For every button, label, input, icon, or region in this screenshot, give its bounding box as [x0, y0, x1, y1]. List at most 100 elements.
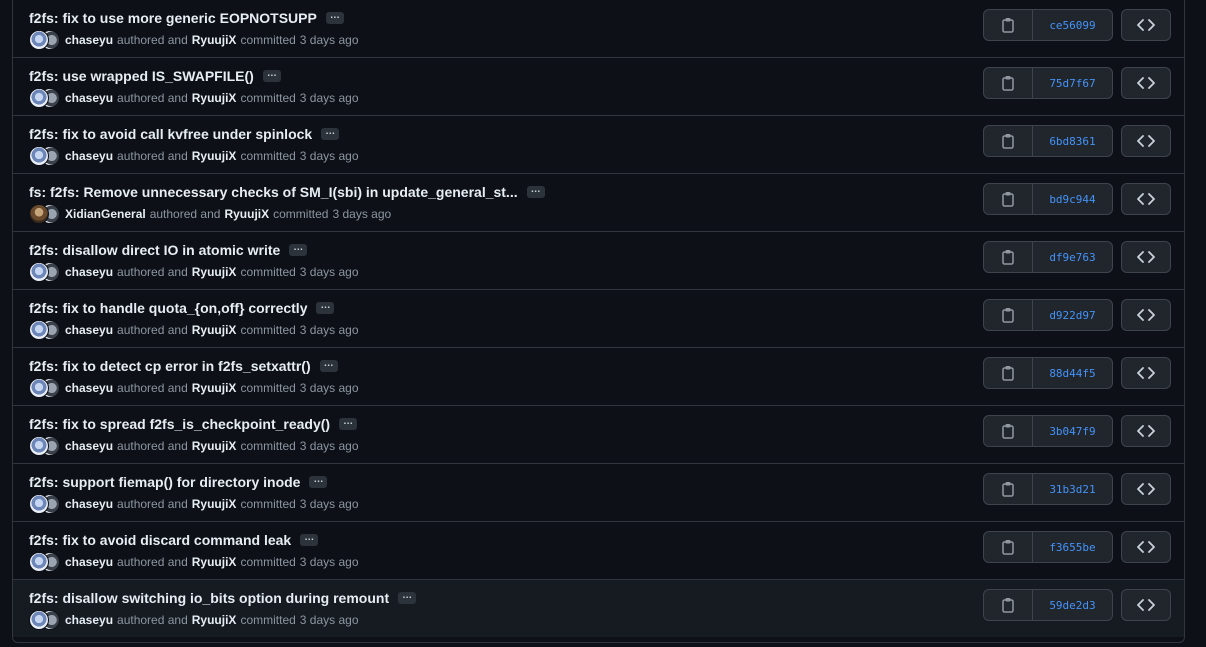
copy-sha-button[interactable] [984, 416, 1033, 446]
expand-description-button[interactable]: … [319, 359, 338, 372]
expand-description-button[interactable]: … [398, 591, 417, 604]
commit-meta: chaseyu authored and RyuujiX committed 3… [29, 552, 359, 572]
commit-sha-link[interactable]: 88d44f5 [1033, 358, 1112, 388]
commit-row: f2fs: support fiemap() for directory ino… [13, 463, 1184, 521]
committer-name[interactable]: RyuujiX [192, 613, 237, 627]
expand-description-button[interactable]: … [321, 127, 340, 140]
commit-title[interactable]: fs: f2fs: Remove unnecessary checks of S… [29, 184, 518, 200]
author-avatar[interactable] [29, 204, 49, 224]
authored-label: authored and [117, 149, 188, 163]
copy-sha-button[interactable] [984, 184, 1033, 214]
browse-repo-button[interactable] [1121, 357, 1171, 389]
commit-sha-link[interactable]: 3b047f9 [1033, 416, 1112, 446]
expand-description-button[interactable]: … [309, 475, 328, 488]
expand-description-button[interactable]: … [289, 243, 308, 256]
author-avatar[interactable] [29, 494, 49, 514]
browse-repo-button[interactable] [1121, 9, 1171, 41]
browse-repo-button[interactable] [1121, 241, 1171, 273]
expand-description-button[interactable]: … [316, 301, 335, 314]
committer-name[interactable]: RyuujiX [192, 439, 237, 453]
commit-title[interactable]: f2fs: disallow direct IO in atomic write [29, 242, 280, 258]
author-name[interactable]: chaseyu [65, 33, 113, 47]
author-avatar[interactable] [29, 436, 49, 456]
browse-repo-button[interactable] [1121, 473, 1171, 505]
copy-sha-button[interactable] [984, 358, 1033, 388]
commit-sha-link[interactable]: 6bd8361 [1033, 126, 1112, 156]
author-avatar[interactable] [29, 262, 49, 282]
commit-sha-link[interactable]: d922d97 [1033, 300, 1112, 330]
browse-repo-button[interactable] [1121, 183, 1171, 215]
copy-sha-button[interactable] [984, 590, 1033, 620]
copy-sha-button[interactable] [984, 126, 1033, 156]
author-avatar[interactable] [29, 146, 49, 166]
commit-title[interactable]: f2fs: support fiemap() for directory ino… [29, 474, 300, 490]
author-name[interactable]: chaseyu [65, 613, 113, 627]
committed-label: committed [240, 381, 296, 395]
commit-title[interactable]: f2fs: use wrapped IS_SWAPFILE() [29, 68, 254, 84]
browse-repo-button[interactable] [1121, 531, 1171, 563]
expand-description-button[interactable]: … [526, 185, 545, 198]
commit-sha-link[interactable]: f3655be [1033, 532, 1112, 562]
browse-repo-button[interactable] [1121, 125, 1171, 157]
author-name[interactable]: chaseyu [65, 149, 113, 163]
commit-meta: chaseyu authored and RyuujiX committed 3… [29, 30, 359, 50]
copy-sha-button[interactable] [984, 68, 1033, 98]
copy-sha-button[interactable] [984, 242, 1033, 272]
commit-sha-link[interactable]: 75d7f67 [1033, 68, 1112, 98]
author-name[interactable]: XidianGeneral [65, 207, 146, 221]
commit-title[interactable]: f2fs: fix to spread f2fs_is_checkpoint_r… [29, 416, 330, 432]
code-icon [1137, 19, 1155, 31]
browse-repo-button[interactable] [1121, 415, 1171, 447]
browse-repo-button[interactable] [1121, 589, 1171, 621]
commit-title[interactable]: f2fs: fix to avoid discard command leak [29, 532, 291, 548]
committer-name[interactable]: RyuujiX [192, 33, 237, 47]
code-icon [1137, 425, 1155, 437]
commit-sha-link[interactable]: 31b3d21 [1033, 474, 1112, 504]
author-avatar[interactable] [29, 378, 49, 398]
author-name[interactable]: chaseyu [65, 555, 113, 569]
commit-meta: chaseyu authored and RyuujiX committed 3… [29, 320, 359, 340]
commit-list: f2fs: fix to use more generic EOPNOTSUPP… [12, 0, 1185, 643]
committer-name[interactable]: RyuujiX [192, 149, 237, 163]
expand-description-button[interactable]: … [339, 417, 358, 430]
author-name[interactable]: chaseyu [65, 381, 113, 395]
author-avatar[interactable] [29, 30, 49, 50]
committer-name[interactable]: RyuujiX [192, 91, 237, 105]
author-name[interactable]: chaseyu [65, 497, 113, 511]
author-avatar[interactable] [29, 610, 49, 630]
copy-icon [1001, 597, 1015, 613]
author-name[interactable]: chaseyu [65, 323, 113, 337]
committer-name[interactable]: RyuujiX [192, 323, 237, 337]
author-name[interactable]: chaseyu [65, 265, 113, 279]
commit-sha-link[interactable]: 59de2d3 [1033, 590, 1112, 620]
committer-name[interactable]: RyuujiX [224, 207, 269, 221]
sha-button-group: ce56099 [983, 9, 1113, 41]
code-icon [1137, 541, 1155, 553]
copy-sha-button[interactable] [984, 300, 1033, 330]
browse-repo-button[interactable] [1121, 299, 1171, 331]
copy-sha-button[interactable] [984, 532, 1033, 562]
author-avatar[interactable] [29, 552, 49, 572]
expand-description-button[interactable]: … [262, 69, 281, 82]
expand-description-button[interactable]: … [300, 533, 319, 546]
author-name[interactable]: chaseyu [65, 91, 113, 105]
commit-title[interactable]: f2fs: fix to avoid call kvfree under spi… [29, 126, 312, 142]
commit-title[interactable]: f2fs: fix to handle quota_{on,off} corre… [29, 300, 307, 316]
commit-title[interactable]: f2fs: fix to use more generic EOPNOTSUPP [29, 10, 317, 26]
author-avatar[interactable] [29, 88, 49, 108]
commit-sha-link[interactable]: df9e763 [1033, 242, 1112, 272]
browse-repo-button[interactable] [1121, 67, 1171, 99]
commit-sha-link[interactable]: bd9c944 [1033, 184, 1112, 214]
author-name[interactable]: chaseyu [65, 439, 113, 453]
commit-title[interactable]: f2fs: disallow switching io_bits option … [29, 590, 389, 606]
author-avatar[interactable] [29, 320, 49, 340]
committer-name[interactable]: RyuujiX [192, 265, 237, 279]
copy-sha-button[interactable] [984, 474, 1033, 504]
committer-name[interactable]: RyuujiX [192, 497, 237, 511]
committer-name[interactable]: RyuujiX [192, 555, 237, 569]
copy-sha-button[interactable] [984, 10, 1033, 40]
commit-sha-link[interactable]: ce56099 [1033, 10, 1112, 40]
commit-title[interactable]: f2fs: fix to detect cp error in f2fs_set… [29, 358, 311, 374]
expand-description-button[interactable]: … [325, 11, 344, 24]
committer-name[interactable]: RyuujiX [192, 381, 237, 395]
